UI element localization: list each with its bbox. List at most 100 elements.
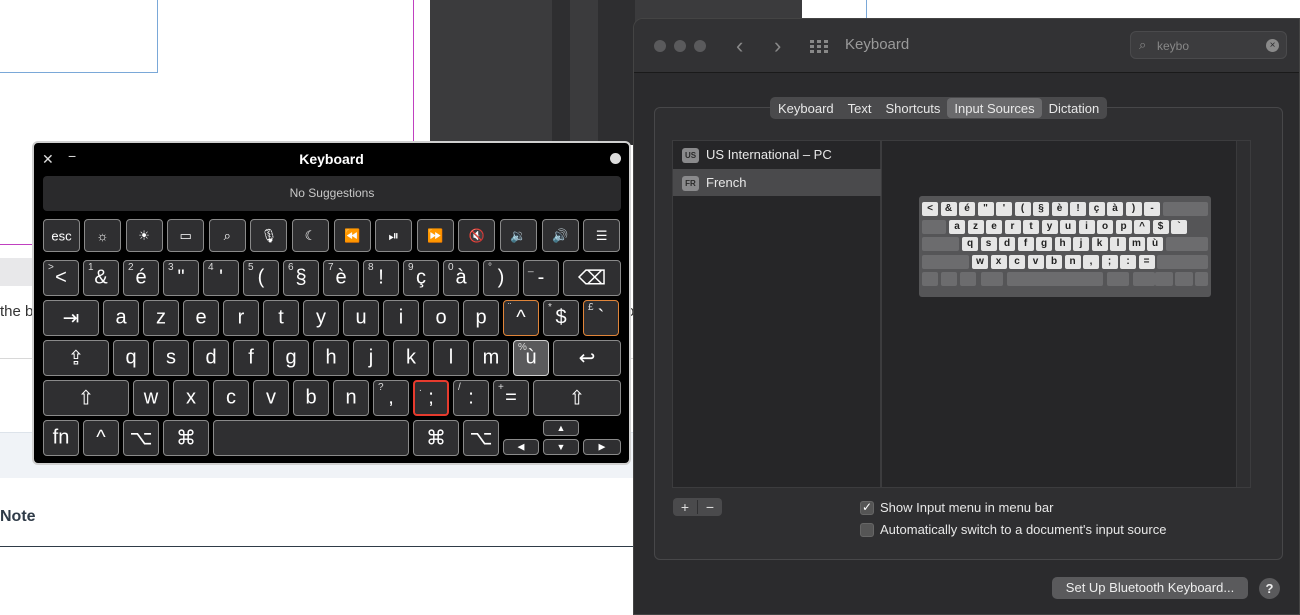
key[interactable]: c (213, 380, 249, 416)
key[interactable]: 0à (443, 260, 479, 296)
key[interactable]: x (173, 380, 209, 416)
fast-forward-key[interactable]: ⏩ (416, 219, 454, 252)
checkbox-unchecked[interactable] (860, 523, 874, 537)
key[interactable]: > < (43, 260, 79, 296)
key[interactable]: z (143, 300, 179, 336)
search-input[interactable]: keybo (1157, 39, 1189, 53)
key[interactable]: j (353, 340, 389, 376)
brightness-down-key[interactable]: ☼ (84, 219, 121, 252)
key[interactable]: £ ` (583, 300, 619, 336)
key[interactable]: q (113, 340, 149, 376)
esc-key[interactable]: esc (43, 219, 80, 252)
key[interactable]: °) (483, 260, 519, 296)
scrollbar[interactable] (1236, 141, 1250, 487)
arrow-up-key[interactable]: ▲ (543, 420, 579, 436)
key[interactable]: h (313, 340, 349, 376)
input-source-item[interactable]: US US International – PC (673, 141, 881, 168)
tab-input-sources[interactable]: Input Sources (947, 98, 1042, 118)
list-key[interactable]: ☰ (583, 219, 621, 252)
mission-control-key[interactable]: ▭ (167, 219, 205, 252)
key[interactable]: o (423, 300, 459, 336)
do-not-disturb-key[interactable]: ☾ (292, 219, 329, 252)
input-source-item[interactable]: FR French (673, 169, 881, 196)
key[interactable]: b (293, 380, 329, 416)
bluetooth-keyboard-button[interactable]: Set Up Bluetooth Keyboard... (1052, 577, 1248, 599)
key[interactable]: u (343, 300, 379, 336)
brightness-up-key[interactable]: ☀ (125, 219, 163, 252)
key[interactable]: t (263, 300, 299, 336)
arrow-right-key[interactable]: ▶ (583, 439, 621, 455)
key[interactable]: p (463, 300, 499, 336)
right-option-key[interactable]: ⌥ (463, 420, 499, 456)
key[interactable]: _ - (523, 260, 559, 296)
key[interactable]: y (303, 300, 339, 336)
tab-key[interactable]: ⇥ (43, 300, 99, 336)
key[interactable]: n (333, 380, 369, 416)
key[interactable]: r (223, 300, 259, 336)
key[interactable]: v (253, 380, 289, 416)
tab-shortcuts[interactable]: Shortcuts (879, 98, 948, 118)
zoom-window-button[interactable] (694, 40, 706, 52)
key[interactable]: w (133, 380, 169, 416)
left-shift-key[interactable]: ⇧ (43, 380, 129, 416)
minimize-window-button[interactable] (674, 40, 686, 52)
left-option-key[interactable]: ⌥ (123, 420, 159, 456)
forward-icon[interactable]: › (774, 33, 781, 59)
caps-lock-key[interactable]: ⇪ (43, 340, 109, 376)
key[interactable]: % ù (513, 340, 549, 376)
delete-key[interactable]: ⌫ (563, 260, 621, 296)
arrow-down-key[interactable]: ▼ (543, 439, 579, 455)
right-command-key[interactable]: ⌘ (413, 420, 459, 456)
clear-search-icon[interactable]: × (1266, 39, 1279, 52)
key[interactable]: d (193, 340, 229, 376)
key[interactable]: ?, (373, 380, 409, 416)
rewind-key[interactable]: ⏪ (333, 219, 371, 252)
key[interactable]: 1 & (83, 260, 119, 296)
play-pause-key[interactable]: ⏯ (375, 219, 413, 252)
arrow-left-key[interactable]: ◀ (503, 439, 539, 455)
key[interactable]: 7è (323, 260, 359, 296)
volume-down-key[interactable]: 🔉 (500, 219, 537, 252)
tab-keyboard[interactable]: Keyboard (771, 98, 841, 118)
key[interactable]: a (103, 300, 139, 336)
key[interactable]: 5( (243, 260, 279, 296)
left-command-key[interactable]: ⌘ (163, 420, 209, 456)
space-key[interactable] (213, 420, 409, 456)
key[interactable]: /: (453, 380, 489, 416)
add-source-button[interactable]: + (673, 498, 697, 516)
mute-key[interactable]: 🔇 (458, 219, 496, 252)
volume-up-key[interactable]: 🔊 (541, 219, 579, 252)
key[interactable]: 8! (363, 260, 399, 296)
return-key[interactable]: ↩ (553, 340, 621, 376)
spotlight-key[interactable]: ⌕ (208, 219, 246, 252)
key[interactable]: e (183, 300, 219, 336)
fn-key[interactable]: fn (43, 420, 79, 456)
key[interactable]: l (433, 340, 469, 376)
close-window-button[interactable] (654, 40, 666, 52)
search-field[interactable]: ⌕ keybo × (1130, 31, 1287, 59)
key[interactable]: 2é (123, 260, 159, 296)
help-button[interactable]: ? (1259, 578, 1280, 599)
key[interactable]: k (393, 340, 429, 376)
key[interactable]: i (383, 300, 419, 336)
key[interactable]: g (273, 340, 309, 376)
key[interactable]: + = (493, 380, 529, 416)
key[interactable]: s (153, 340, 189, 376)
right-shift-key[interactable]: ⇧ (533, 380, 621, 416)
key[interactable]: 4 ' (203, 260, 239, 296)
key[interactable]: * $ (543, 300, 579, 336)
back-icon[interactable]: ‹ (736, 33, 743, 59)
checkbox-checked[interactable] (860, 500, 874, 515)
key[interactable]: 9ç (403, 260, 439, 296)
key[interactable]: m (473, 340, 509, 376)
remove-source-button[interactable]: − (698, 498, 722, 516)
key[interactable]: 3 " (163, 260, 199, 296)
key[interactable]: f (233, 340, 269, 376)
show-all-grid-icon[interactable] (810, 40, 828, 54)
key[interactable]: 6 § (283, 260, 319, 296)
control-key[interactable]: ^ (83, 420, 119, 456)
dictation-key[interactable]: 🎙 (250, 219, 288, 252)
key[interactable]: ¨ ^ (503, 300, 539, 336)
tab-text[interactable]: Text (841, 98, 879, 118)
tab-dictation[interactable]: Dictation (1042, 98, 1107, 118)
